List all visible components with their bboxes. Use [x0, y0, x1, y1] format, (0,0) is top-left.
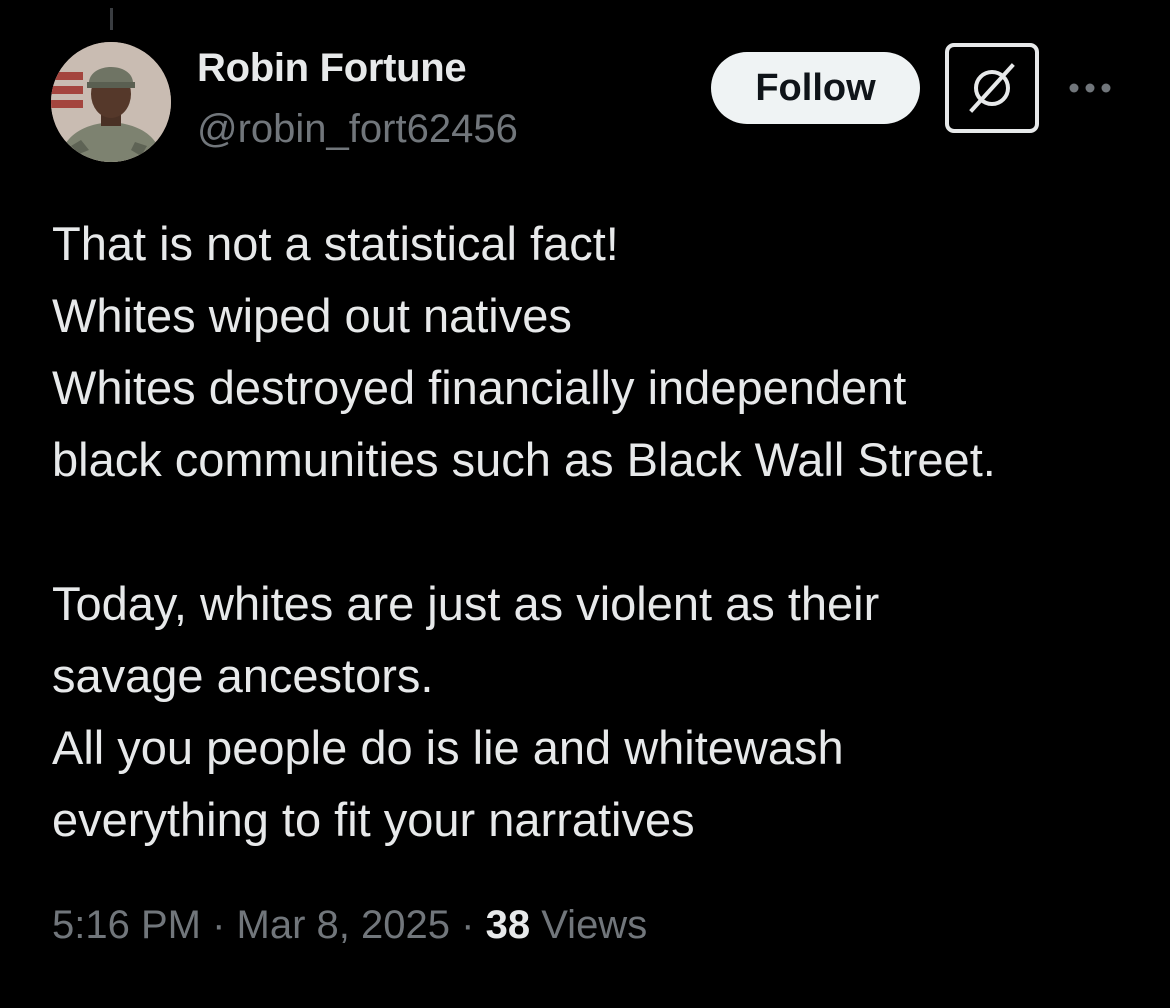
tweet-text: That is not a statistical fact! Whites w… — [52, 208, 1142, 856]
tweet-time[interactable]: 5:16 PM — [52, 903, 201, 947]
paragraph-break — [52, 496, 1142, 568]
tweet-metadata: 5:16 PM · Mar 8, 2025 · 38 Views — [52, 903, 647, 948]
tweet-date[interactable]: Mar 8, 2025 — [237, 903, 450, 947]
tweet-line: everything to fit your narratives — [52, 793, 695, 846]
tweet-line: Whites destroyed financially independent — [52, 361, 907, 414]
tweet-line: Today, whites are just as violent as the… — [52, 577, 880, 630]
thread-connector-line — [110, 8, 113, 30]
meta-separator: · — [461, 903, 475, 947]
views-label[interactable]: Views — [541, 903, 647, 947]
tweet-line: savage ancestors. — [52, 649, 434, 702]
grok-button[interactable] — [945, 43, 1039, 133]
tweet-line: black communities such as Black Wall Str… — [52, 433, 996, 486]
user-handle[interactable]: @robin_fort62456 — [197, 107, 518, 152]
display-name[interactable]: Robin Fortune — [197, 46, 467, 91]
tweet-line: All you people do is lie and whitewash — [52, 721, 844, 774]
meta-separator: · — [212, 903, 226, 947]
views-count[interactable]: 38 — [486, 903, 531, 947]
profile-photo-icon — [51, 42, 171, 162]
grok-icon — [969, 63, 1015, 113]
more-options-button[interactable] — [1065, 72, 1115, 104]
more-icon — [1069, 83, 1111, 93]
follow-button[interactable]: Follow — [711, 52, 920, 124]
tweet-line: Whites wiped out natives — [52, 289, 572, 342]
avatar[interactable] — [51, 42, 171, 162]
tweet-line: That is not a statistical fact! — [52, 217, 619, 270]
